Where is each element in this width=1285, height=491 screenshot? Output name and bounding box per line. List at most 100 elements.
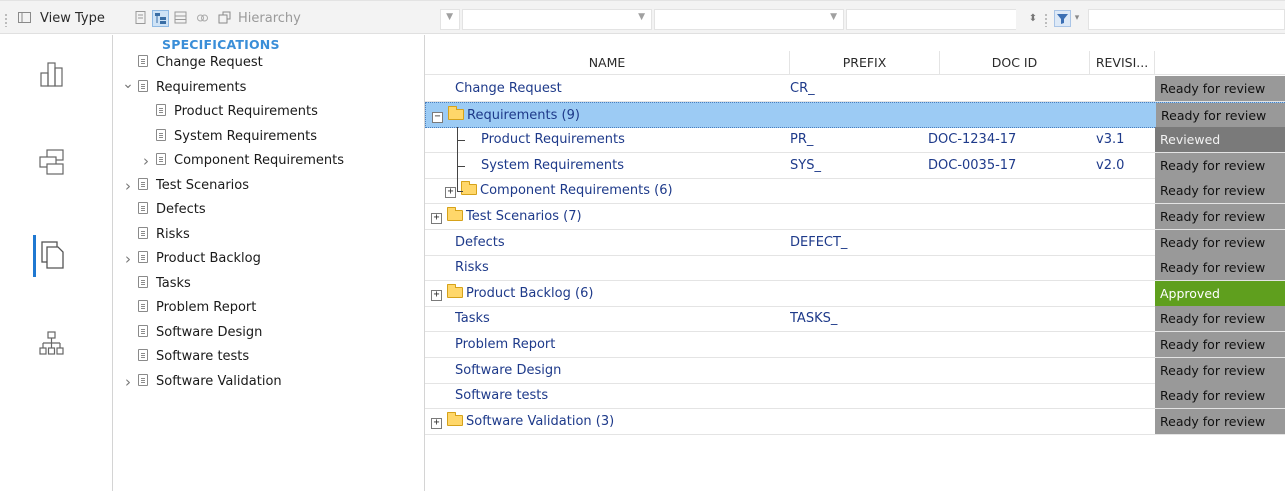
table-row[interactable]: − Requirements (9) Ready for review bbox=[425, 101, 1285, 128]
spin-icon[interactable]: ⬍ bbox=[1028, 10, 1038, 27]
table-row[interactable]: Problem Report Ready for review bbox=[425, 332, 1285, 358]
tree-item-label: Product Requirements bbox=[174, 104, 318, 119]
column-docid[interactable]: DOC ID bbox=[940, 51, 1090, 75]
chevron-right-icon[interactable]: › bbox=[140, 149, 152, 173]
tree-item-label: Change Request bbox=[156, 55, 263, 70]
chevron-right-icon[interactable]: › bbox=[122, 247, 134, 271]
status-badge: Ready for review bbox=[1155, 408, 1285, 434]
grid-icon[interactable] bbox=[16, 10, 33, 27]
combo-3[interactable]: ▼ bbox=[654, 9, 844, 30]
tree-item[interactable]: Change Request bbox=[138, 51, 263, 75]
column-revision[interactable]: REVISI... bbox=[1090, 51, 1155, 75]
column-name[interactable]: NAME bbox=[425, 51, 790, 75]
toolbar-grip[interactable] bbox=[4, 13, 8, 27]
transfer-icon[interactable] bbox=[216, 10, 233, 27]
table-row[interactable]: System Requirements SYS_ DOC-0035-17 v2.0 Re… bbox=[425, 152, 1285, 179]
cell-revision bbox=[1096, 255, 1156, 280]
cell-docid bbox=[928, 306, 1078, 331]
cell-name: Software Design bbox=[455, 358, 790, 383]
tree-item[interactable]: Risks bbox=[138, 223, 190, 247]
table-row[interactable]: Risks Ready for review bbox=[425, 255, 1285, 282]
cell-prefix: DEFECT_ bbox=[790, 234, 848, 250]
column-prefix[interactable]: PREFIX bbox=[790, 51, 940, 75]
row-name: Product Requirements bbox=[481, 132, 625, 148]
table-row[interactable]: Tasks TASKS_ Ready for review bbox=[425, 306, 1285, 333]
expand-toggle-icon[interactable]: + bbox=[431, 213, 442, 224]
hierarchy-label: Hierarchy bbox=[238, 11, 301, 26]
tree-item[interactable]: Problem Report bbox=[138, 296, 256, 320]
combo-1[interactable]: ▼ bbox=[440, 9, 460, 30]
tree-item[interactable]: Software Design bbox=[138, 321, 262, 345]
table-row[interactable]: Software Design Ready for review bbox=[425, 357, 1285, 384]
table-row[interactable]: Change Request CR_ Ready for review bbox=[425, 76, 1285, 102]
tree-connector bbox=[457, 165, 465, 167]
search-input[interactable] bbox=[1088, 9, 1285, 30]
table-row[interactable]: + Component Requirements (6) Ready for rev… bbox=[425, 178, 1285, 205]
expand-toggle-icon[interactable]: + bbox=[431, 289, 442, 301]
cell-docid: DOC-0035-17 bbox=[928, 157, 1017, 173]
row-name: Problem Report bbox=[455, 337, 556, 352]
tree-item[interactable]: › Component Requirements bbox=[143, 149, 344, 173]
tree-item[interactable]: › Test Scenarios bbox=[125, 174, 249, 198]
org-chart-icon[interactable] bbox=[38, 330, 66, 358]
tree-item[interactable]: Software tests bbox=[138, 345, 249, 369]
cell-prefix bbox=[790, 204, 940, 229]
cell-revision bbox=[1096, 76, 1156, 101]
cell-name: Product Requirements bbox=[481, 127, 790, 152]
column-status[interactable] bbox=[1155, 51, 1285, 75]
tree-item[interactable]: Tasks bbox=[138, 272, 191, 296]
table-row[interactable]: + Product Backlog (6) Approved bbox=[425, 280, 1285, 307]
document-icon bbox=[138, 55, 148, 67]
tree-item-label: Tasks bbox=[156, 275, 191, 291]
table-row[interactable]: + Software Validation (3) Ready for review bbox=[425, 408, 1285, 435]
tree-item-label: Requirements bbox=[156, 79, 247, 95]
left-rail bbox=[0, 35, 113, 491]
link-icon[interactable] bbox=[194, 10, 211, 27]
table-row[interactable]: Product Requirements PR_ DOC-1234-17 v3.1 Re… bbox=[425, 127, 1285, 154]
combo-4[interactable] bbox=[846, 9, 1016, 30]
cell-name: Risks bbox=[455, 255, 790, 280]
filter-icon[interactable] bbox=[1054, 10, 1071, 27]
tree-item[interactable]: ⌄ Requirements bbox=[122, 76, 247, 100]
expand-toggle-icon[interactable]: + bbox=[445, 187, 456, 199]
chart-icon[interactable] bbox=[38, 60, 66, 88]
chevron-right-icon[interactable]: › bbox=[122, 174, 134, 198]
cell-prefix: TASKS_ bbox=[790, 311, 838, 327]
tree-connector bbox=[457, 140, 465, 142]
cell-revision bbox=[1096, 358, 1156, 383]
tree-item-label: Defects bbox=[156, 202, 206, 217]
table-row[interactable]: + Test Scenarios (7) Ready for review bbox=[425, 204, 1285, 230]
tree-item[interactable]: Defects bbox=[138, 198, 206, 222]
table-view-icon[interactable] bbox=[172, 10, 189, 27]
filter-dropdown-icon[interactable]: ▾ bbox=[1072, 10, 1082, 27]
status-badge: Ready for review bbox=[1155, 332, 1285, 357]
tree-item[interactable]: › Software Validation bbox=[125, 370, 282, 394]
document-icon[interactable] bbox=[132, 10, 149, 27]
tree-item[interactable]: Product Requirements bbox=[156, 100, 318, 124]
documents-icon[interactable] bbox=[38, 240, 66, 269]
chevron-down-icon[interactable]: ⌄ bbox=[122, 72, 134, 96]
cell-revision: v3.1 bbox=[1096, 132, 1125, 148]
cell-docid: DOC-1234-17 bbox=[928, 132, 1017, 148]
cell-prefix: PR_ bbox=[790, 132, 814, 148]
chevron-right-icon[interactable]: › bbox=[122, 370, 134, 394]
cell-name: Change Request bbox=[455, 76, 790, 101]
hierarchy-windows-icon[interactable] bbox=[38, 148, 66, 176]
status-badge: Ready for review bbox=[1155, 357, 1285, 383]
table-row[interactable]: Software tests Ready for review bbox=[425, 383, 1285, 410]
cell-revision bbox=[1096, 178, 1156, 203]
combo-2[interactable]: ▼ bbox=[462, 9, 652, 30]
expand-toggle-icon[interactable]: + bbox=[431, 417, 442, 429]
tree-view-icon[interactable] bbox=[152, 10, 169, 27]
collapse-toggle-icon[interactable]: − bbox=[432, 111, 443, 123]
table-row[interactable]: Defects DEFECT_ Ready for review bbox=[425, 229, 1285, 256]
cell-name: Problem Report bbox=[455, 332, 790, 357]
tree-item[interactable]: › Product Backlog bbox=[125, 247, 261, 271]
document-icon bbox=[138, 177, 148, 190]
toolbar-grip-2[interactable] bbox=[1044, 13, 1048, 27]
cell-name: System Requirements bbox=[481, 153, 790, 178]
tree-item[interactable]: System Requirements bbox=[156, 125, 317, 149]
status-badge: Ready for review bbox=[1156, 102, 1285, 128]
status-badge: Ready for review bbox=[1155, 255, 1285, 281]
tree-item-label: System Requirements bbox=[174, 128, 317, 144]
